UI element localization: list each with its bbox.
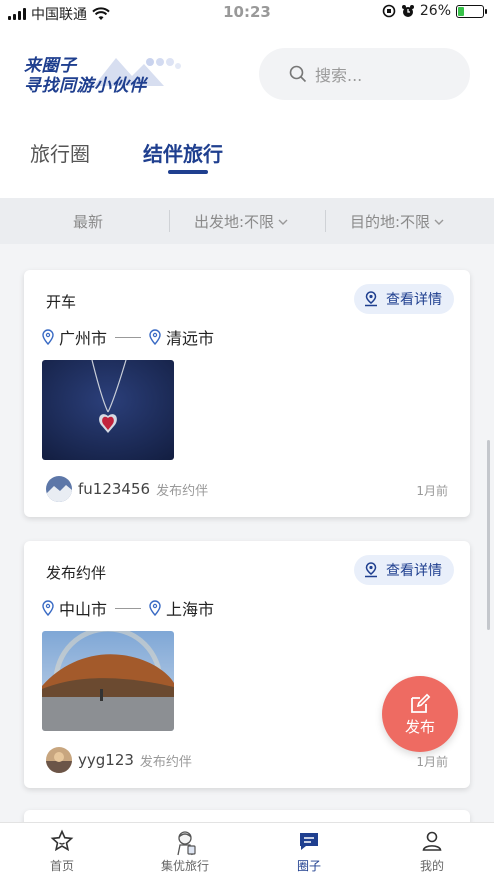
route-to: 上海市 [166, 600, 215, 619]
post-image[interactable] [42, 631, 174, 731]
route: 广州市 清远市 [42, 325, 214, 349]
publish-label: 发布 [404, 717, 435, 736]
route: 中山市 上海市 [42, 596, 214, 620]
bottom-nav: 首页 集优旅行 圈子 我的 [0, 822, 494, 880]
nav-home-label: 首页 [49, 859, 74, 873]
nav-home[interactable]: 首页 [17, 829, 107, 874]
battery-percent: 26% [419, 3, 451, 19]
post-card[interactable] [24, 810, 470, 822]
status-bar: 中国联通 10:23 26% [0, 0, 494, 26]
post-card[interactable]: 发布约伴 查看详情 中山市 上海市 yyg123 发布约伴 1月前 [24, 541, 470, 788]
route-connector [115, 336, 142, 338]
location-icon [365, 562, 377, 578]
view-details-button[interactable]: 查看详情 [354, 284, 454, 314]
header: 来圈子 寻找同游小伙伴 搜索... 旅行圈 结伴旅行 [0, 26, 494, 198]
search-bar[interactable]: 搜索... [259, 48, 470, 100]
post-author[interactable]: fu123456 发布约伴 [46, 476, 208, 502]
logo-line-2: 寻找同游小伙伴 [24, 76, 147, 96]
chevron-down-icon [278, 219, 288, 225]
avatar [46, 476, 72, 502]
publish-button[interactable]: 发布 [382, 676, 458, 752]
post-action: 发布约伴 [139, 754, 192, 770]
nav-circle[interactable]: 圈子 [264, 829, 354, 874]
app-logo: 来圈子 寻找同游小伙伴 [24, 56, 184, 102]
scrollbar[interactable] [487, 440, 490, 630]
route-from: 中山市 [59, 600, 108, 619]
post-time: 1月前 [416, 755, 448, 769]
alarm-icon [401, 5, 414, 17]
chevron-down-icon [434, 219, 444, 225]
search-placeholder: 搜索... [315, 66, 363, 85]
nav-profile[interactable]: 我的 [387, 829, 477, 874]
filter-latest[interactable]: 最新 [73, 211, 103, 232]
nav-travel[interactable]: 集优旅行 [140, 829, 230, 874]
post-image[interactable] [42, 360, 174, 460]
post-action: 发布约伴 [156, 483, 209, 499]
post-title: 开车 [46, 293, 77, 311]
chat-icon [300, 833, 318, 850]
user-icon [422, 831, 442, 851]
nav-circle-label: 圈子 [296, 859, 321, 873]
post-card[interactable]: 开车 查看详情 广州市 清远市 fu123456 发布约伴 1月前 [24, 270, 470, 517]
filter-divider [169, 210, 170, 232]
post-author[interactable]: yyg123 发布约伴 [46, 747, 192, 773]
map-pin-icon [149, 329, 161, 345]
username: fu123456 [78, 480, 151, 498]
tab-bar: 旅行圈 结伴旅行 [0, 132, 494, 182]
orientation-lock-icon [382, 4, 396, 18]
tab-travel-circle[interactable]: 旅行圈 [30, 138, 90, 167]
location-icon [365, 291, 377, 307]
route-connector [115, 607, 142, 609]
filter-bar: 最新 出发地:不限 目的地:不限 [0, 198, 494, 244]
battery-icon [456, 4, 487, 18]
route-from: 广州市 [59, 329, 108, 348]
active-tab-indicator [168, 170, 208, 174]
filter-destination-label: 目的地:不限 [350, 213, 431, 231]
filter-destination[interactable]: 目的地:不限 [350, 211, 444, 232]
nav-profile-label: 我的 [419, 859, 444, 873]
post-title: 发布约伴 [46, 564, 107, 582]
edit-icon [411, 693, 431, 713]
filter-departure-label: 出发地:不限 [194, 213, 275, 231]
traveler-icon [177, 831, 196, 856]
filter-divider [325, 210, 326, 232]
username: yyg123 [78, 751, 134, 769]
filter-departure[interactable]: 出发地:不限 [194, 211, 288, 232]
post-time: 1月前 [416, 484, 448, 498]
view-details-label: 查看详情 [386, 563, 442, 579]
star-icon [50, 829, 74, 852]
search-icon [289, 65, 307, 83]
filter-latest-label: 最新 [73, 213, 104, 231]
map-pin-icon [149, 600, 161, 616]
nav-travel-label: 集优旅行 [160, 859, 209, 873]
avatar [46, 747, 72, 773]
view-details-label: 查看详情 [386, 292, 442, 308]
tab-travel-companion[interactable]: 结伴旅行 [143, 138, 223, 167]
route-to: 清远市 [166, 329, 215, 348]
logo-line-1: 来圈子 [24, 56, 77, 76]
map-pin-icon [42, 329, 54, 345]
map-pin-icon [42, 600, 54, 616]
view-details-button[interactable]: 查看详情 [354, 555, 454, 585]
